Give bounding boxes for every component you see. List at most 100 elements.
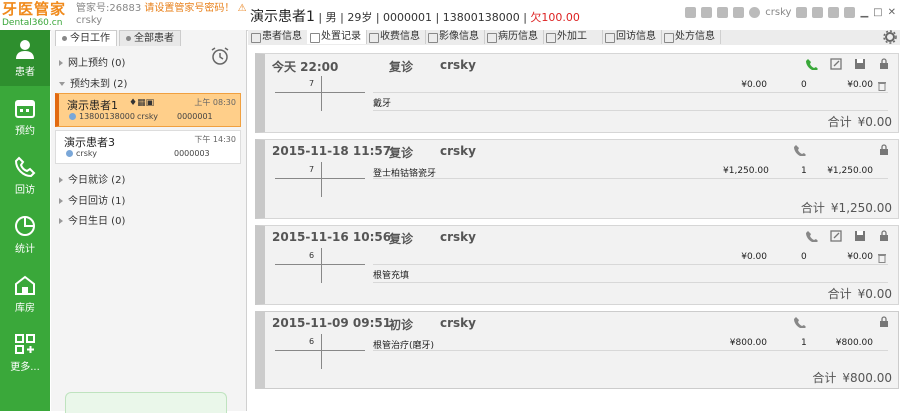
group-today-birthday[interactable]: 今日生日 (0)	[59, 212, 125, 227]
tab-icon	[369, 33, 379, 43]
save-icon[interactable]	[854, 230, 866, 242]
chat-icon[interactable]	[685, 7, 697, 18]
phone-icon[interactable]	[806, 58, 818, 70]
tab-treatment-records[interactable]: 处置记录	[307, 30, 367, 44]
lock-icon[interactable]	[878, 58, 890, 70]
tab-images[interactable]: 影像信息	[425, 30, 485, 44]
tooth-chart: 6	[275, 334, 365, 369]
item-divider	[373, 350, 888, 351]
edit-icon[interactable]	[830, 230, 842, 242]
home-icon[interactable]	[733, 7, 745, 18]
phone-icon[interactable]	[794, 316, 806, 328]
group-online-appointments[interactable]: 网上预约 (0)	[59, 54, 125, 69]
lock-icon[interactable]	[878, 316, 890, 328]
total-label: 合计	[812, 371, 837, 385]
record-card[interactable]: 2015-11-09 09:51 初诊 crsky 6 根管治疗(磨牙) ¥80…	[255, 311, 899, 389]
nav-patients[interactable]: 患者	[0, 30, 50, 86]
group-label: 今日就诊 (2)	[68, 175, 126, 186]
nav-followup[interactable]: 回访	[0, 148, 50, 204]
tab-followup-info[interactable]: 回访信息	[602, 30, 662, 44]
alarm-clock-icon[interactable]	[209, 46, 231, 66]
phone-icon[interactable]	[717, 7, 729, 18]
record-date: 今天 22:00	[272, 60, 339, 74]
patient-phone: 13800138000	[442, 11, 520, 24]
grid-icon	[15, 334, 35, 354]
record-card[interactable]: 2015-11-16 10:56 复诊 crsky 6 根管充填 ¥0.00 0…	[255, 225, 899, 305]
user-icon	[749, 7, 761, 18]
main-sidebar: 患者 预约 回访 统计 库房 更多...	[0, 30, 50, 411]
tab-medical-records[interactable]: 病历信息	[484, 30, 544, 44]
item-price: ¥800.00	[729, 338, 767, 348]
info-icon[interactable]	[844, 7, 856, 18]
trash-icon[interactable]	[877, 80, 887, 91]
mail-icon[interactable]	[701, 7, 713, 18]
lock-icon[interactable]	[812, 7, 824, 18]
nav-label: 患者	[15, 67, 35, 78]
total-value: ¥0.00	[857, 115, 892, 129]
card-patient-no: 0000003	[174, 149, 210, 158]
group-today-followup[interactable]: 今日回访 (1)	[59, 192, 125, 207]
tooth-number: 6	[309, 337, 315, 346]
group-today-visit[interactable]: 今日就诊 (2)	[59, 171, 125, 186]
total-label: 合计	[827, 287, 852, 301]
phone-icon[interactable]	[794, 144, 806, 156]
tab-patient-info[interactable]: 患者信息	[248, 30, 308, 44]
tab-outsourcing[interactable]: 外加工	[543, 30, 603, 44]
item-price: ¥0.00	[741, 80, 767, 90]
patient-header: 演示患者1 | 男 | 29岁 | 0000001 | 13800138000 …	[250, 9, 580, 25]
password-warning-link[interactable]: 请设置管家号密码！	[144, 3, 234, 14]
record-header: 2015-11-18 11:57 复诊 crsky	[272, 144, 476, 160]
nav-statistics[interactable]: 统计	[0, 207, 50, 263]
phone-icon[interactable]	[806, 230, 818, 242]
patient-card-1[interactable]: 演示患者1 ♦▦▣ 上午 08:30 13800138000 crsky 000…	[55, 93, 241, 127]
treatment-records-list: 今天 22:00 复诊 crsky 7 戴牙 ¥0.00 0 ¥0.00 合计 ¥…	[248, 45, 900, 411]
record-date: 2015-11-09 09:51	[272, 316, 392, 330]
nav-appointments[interactable]: 预约	[0, 89, 50, 145]
record-header: 今天 22:00 复诊 crsky	[272, 58, 476, 75]
tab-today-work[interactable]: 今日工作	[55, 30, 117, 46]
bell-icon[interactable]	[828, 7, 840, 18]
note-panel[interactable]	[65, 392, 227, 413]
mobile-icon[interactable]	[796, 7, 808, 18]
item-price: ¥0.00	[741, 252, 767, 262]
total-value: ¥1,250.00	[830, 201, 892, 215]
item-amount: ¥0.00	[847, 80, 873, 90]
nav-warehouse[interactable]: 库房	[0, 266, 50, 322]
warehouse-icon	[15, 275, 35, 295]
nav-more[interactable]: 更多...	[0, 325, 50, 381]
gear-icon[interactable]	[883, 30, 897, 44]
tab-icon	[310, 33, 320, 43]
treatment-item: 根管治疗(磨牙)	[373, 341, 435, 351]
item-amount: ¥0.00	[847, 252, 873, 262]
item-divider	[373, 264, 888, 265]
group-label: 预约未到 (2)	[70, 79, 128, 90]
lock-icon[interactable]	[878, 230, 890, 242]
edit-icon[interactable]	[830, 58, 842, 70]
record-actions	[794, 316, 890, 328]
patient-tag-icons: ♦▦▣	[129, 98, 155, 108]
tab-prescriptions[interactable]: 处方信息	[661, 30, 721, 44]
total-value: ¥0.00	[857, 287, 892, 301]
item-divider	[373, 282, 888, 283]
record-card[interactable]: 今天 22:00 复诊 crsky 7 戴牙 ¥0.00 0 ¥0.00 合计 ¥…	[255, 53, 899, 133]
account-number: 管家号:26883	[76, 3, 142, 14]
close-icon[interactable]: ✕	[888, 7, 896, 18]
current-user[interactable]: crsky	[765, 7, 791, 18]
calendar-icon	[15, 100, 35, 118]
maximize-icon[interactable]: □	[873, 7, 882, 18]
save-icon[interactable]	[854, 58, 866, 70]
nav-label: 库房	[15, 303, 35, 314]
lock-icon[interactable]	[878, 144, 890, 156]
tab-all-patients[interactable]: 全部患者	[119, 30, 181, 46]
group-unarrived[interactable]: 预约未到 (2)	[59, 75, 127, 90]
record-type: 复诊	[389, 232, 414, 246]
minimize-icon[interactable]: ▁	[860, 7, 868, 18]
tab-charges[interactable]: 收费信息	[366, 30, 426, 44]
patient-age: 29岁	[347, 11, 373, 24]
trash-icon[interactable]	[877, 252, 887, 263]
patient-card-3[interactable]: 演示患者3 下午 14:30 crsky 0000003	[55, 130, 241, 164]
record-card[interactable]: 2015-11-18 11:57 复诊 crsky 7 登士柏钴铬瓷牙 ¥1,2…	[255, 139, 899, 219]
nav-label: 统计	[15, 244, 35, 255]
tab-label: 收费信息	[380, 31, 420, 42]
